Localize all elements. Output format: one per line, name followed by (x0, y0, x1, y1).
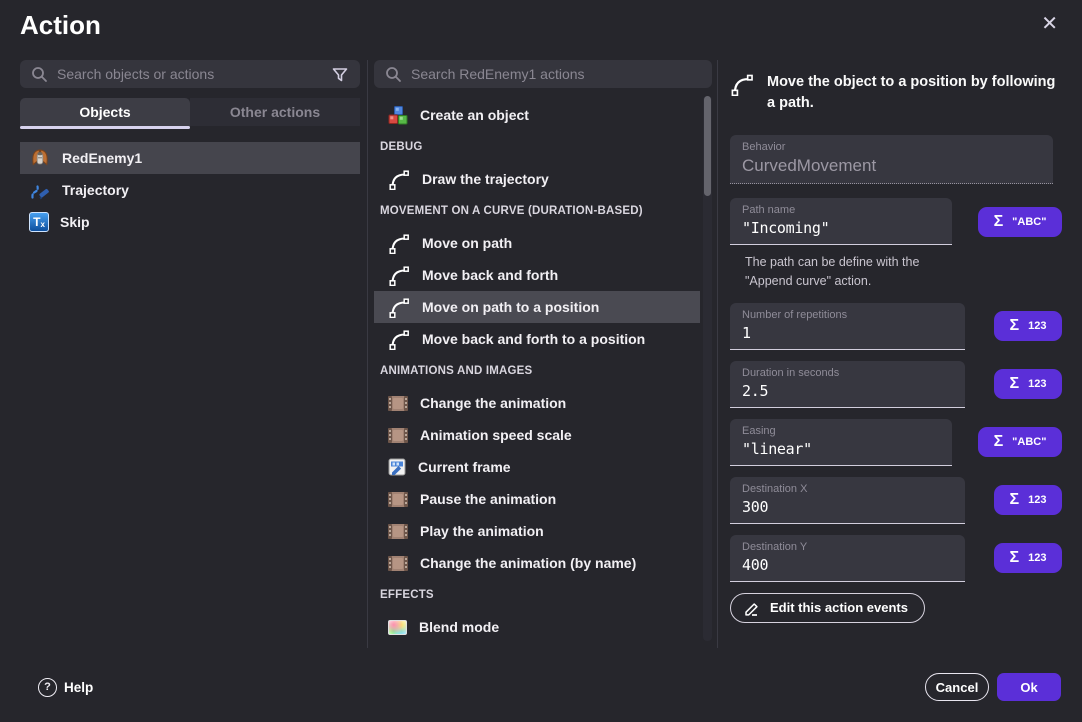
sigma-icon: Σ (1010, 550, 1020, 566)
action-move-on-path[interactable]: Move on path (374, 227, 700, 259)
scrollbar-thumb[interactable] (704, 96, 711, 196)
category-header-effects: EFFECTS (374, 579, 700, 611)
list-item-trajectory[interactable]: Trajectory (20, 174, 360, 206)
objects-panel: Objects Other actions RedEnemy1 Trajecto… (20, 60, 360, 238)
search-icon (30, 65, 48, 83)
field-repetitions: Number of repetitions 1 Σ 123 (730, 303, 1062, 350)
scrollbar-track[interactable] (703, 96, 712, 641)
objects-search-input[interactable] (57, 66, 321, 82)
film-strip-icon (388, 428, 408, 443)
field-destination-y: Destination Y 400 Σ 123 (730, 535, 1062, 582)
tab-objects[interactable]: Objects (20, 98, 190, 126)
action-play-animation[interactable]: Play the animation (374, 515, 700, 547)
action-description: Move the object to a position by followi… (730, 72, 1062, 114)
tab-underline (20, 126, 190, 129)
list-item-skip[interactable]: Tx Skip (20, 206, 360, 238)
destination-y-field[interactable]: Destination Y 400 (730, 535, 965, 582)
curve-icon (388, 328, 410, 350)
page-title: Action (20, 10, 101, 41)
blend-mode-icon (388, 620, 407, 635)
list-item-redenemy1[interactable]: RedEnemy1 (20, 142, 360, 174)
repetitions-field[interactable]: Number of repetitions 1 (730, 303, 965, 350)
action-change-animation[interactable]: Change the animation (374, 387, 700, 419)
action-move-back-and-forth-to-position[interactable]: Move back and forth to a position (374, 323, 700, 355)
film-strip-icon (388, 492, 408, 507)
actions-panel: Create an object DEBUG Draw the trajecto… (374, 60, 712, 645)
curve-icon (730, 72, 754, 96)
behavior-field: Behavior CurvedMovement (730, 135, 1053, 184)
action-move-back-and-forth[interactable]: Move back and forth (374, 259, 700, 291)
red-enemy-sprite-icon (29, 148, 51, 168)
destination-x-field[interactable]: Destination X 300 (730, 477, 965, 524)
expression-builder-button[interactable]: Σ 123 (994, 311, 1062, 341)
objects-search[interactable] (20, 60, 360, 88)
category-header-debug: DEBUG (374, 131, 700, 163)
panel-divider (367, 60, 368, 648)
sigma-icon: Σ (994, 434, 1004, 450)
help-button[interactable]: ? Help (38, 673, 93, 701)
curve-icon (388, 168, 410, 190)
curve-icon (388, 296, 410, 318)
action-draw-trajectory[interactable]: Draw the trajectory (374, 163, 700, 195)
field-easing: Easing "linear" Σ "ABC" (730, 419, 1062, 466)
actions-search[interactable] (374, 60, 712, 88)
edit-action-events-button[interactable]: Edit this action events (730, 593, 925, 623)
action-change-animation-by-name[interactable]: Change the animation (by name) (374, 547, 700, 579)
sigma-icon: Σ (1010, 492, 1020, 508)
trajectory-sprite-icon (29, 180, 51, 201)
sigma-icon: Σ (1010, 318, 1020, 334)
field-behavior: Behavior CurvedMovement (730, 135, 1062, 184)
action-move-on-path-to-position[interactable]: Move on path to a position (374, 291, 700, 323)
action-animation-speed-scale[interactable]: Animation speed scale (374, 419, 700, 451)
expression-builder-button[interactable]: Σ "ABC" (978, 207, 1062, 237)
easing-field[interactable]: Easing "linear" (730, 419, 952, 466)
frame-icon (388, 458, 406, 476)
category-header-animations: ANIMATIONS AND IMAGES (374, 355, 700, 387)
action-blend-mode[interactable]: Blend mode (374, 611, 700, 643)
text-object-icon: Tx (29, 212, 49, 232)
film-strip-icon (388, 556, 408, 571)
close-icon[interactable]: ✕ (1041, 14, 1058, 34)
path-name-field[interactable]: Path name "Incoming" (730, 198, 952, 245)
film-strip-icon (388, 524, 408, 539)
expression-builder-button[interactable]: Σ 123 (994, 543, 1062, 573)
object-tabs: Objects Other actions (20, 98, 360, 129)
tab-other-actions[interactable]: Other actions (190, 98, 360, 126)
panel-divider (717, 60, 718, 648)
expression-builder-button[interactable]: Σ 123 (994, 485, 1062, 515)
search-icon (384, 65, 402, 83)
parameters-panel: Move the object to a position by followi… (730, 60, 1062, 623)
sigma-icon: Σ (1010, 376, 1020, 392)
action-list: Create an object DEBUG Draw the trajecto… (374, 96, 712, 645)
expression-builder-button[interactable]: Σ "ABC" (978, 427, 1062, 457)
ok-button[interactable]: Ok (997, 673, 1061, 701)
duration-field[interactable]: Duration in seconds 2.5 (730, 361, 965, 408)
cubes-icon (388, 105, 408, 125)
cancel-button[interactable]: Cancel (925, 673, 989, 701)
filter-icon[interactable] (330, 65, 350, 84)
object-list: RedEnemy1 Trajectory Tx Skip (20, 142, 360, 238)
help-icon: ? (38, 678, 57, 697)
field-duration: Duration in seconds 2.5 Σ 123 (730, 361, 1062, 408)
action-create-object[interactable]: Create an object (374, 99, 700, 131)
sigma-icon: Σ (994, 214, 1004, 230)
expression-builder-button[interactable]: Σ 123 (994, 369, 1062, 399)
curve-icon (388, 264, 410, 286)
pencil-icon (743, 599, 760, 616)
field-path-name: Path name "Incoming" Σ "ABC" (730, 198, 1062, 245)
action-current-frame[interactable]: Current frame (374, 451, 700, 483)
actions-search-input[interactable] (411, 66, 702, 82)
curve-icon (388, 232, 410, 254)
film-strip-icon (388, 396, 408, 411)
path-name-helper: The path can be define with the "Append … (745, 253, 1062, 292)
category-header-movement: MOVEMENT ON A CURVE (DURATION-BASED) (374, 195, 700, 227)
action-pause-animation[interactable]: Pause the animation (374, 483, 700, 515)
field-destination-x: Destination X 300 Σ 123 (730, 477, 1062, 524)
